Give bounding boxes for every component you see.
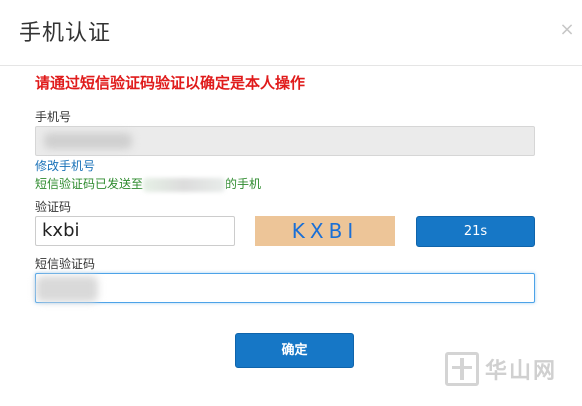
dialog-title: 手机认证 bbox=[19, 21, 112, 46]
sms-sent-prefix: 短信验证码已发送至 bbox=[35, 177, 144, 191]
captcha-image[interactable]: KXBI bbox=[255, 216, 395, 246]
watermark-text: 华山网 bbox=[485, 359, 558, 384]
redacted-phone-mask bbox=[44, 133, 132, 149]
redacted-sms-mask bbox=[36, 276, 98, 302]
redacted-number-mask bbox=[143, 177, 226, 192]
phone-label: 手机号 bbox=[35, 110, 72, 124]
captcha-label: 验证码 bbox=[35, 200, 72, 214]
verification-warning: 请通过短信验证码验证以确定是本人操作 bbox=[35, 74, 306, 92]
change-phone-link[interactable]: 修改手机号 bbox=[35, 158, 95, 174]
sms-sent-suffix: 的手机 bbox=[225, 177, 262, 191]
phone-field bbox=[35, 126, 535, 156]
captcha-input-value: kxbi bbox=[42, 220, 80, 241]
resend-sms-countdown-button[interactable]: 21s bbox=[416, 216, 535, 247]
watermark: 华山网 bbox=[445, 349, 557, 389]
sms-code-input[interactable] bbox=[35, 273, 535, 303]
watermark-logo-icon bbox=[445, 352, 479, 386]
captcha-input[interactable]: kxbi bbox=[35, 216, 235, 246]
dialog-header: 手机认证 × bbox=[0, 0, 582, 66]
close-icon[interactable]: × bbox=[557, 20, 577, 40]
confirm-button[interactable]: 确定 bbox=[235, 333, 354, 368]
sms-code-label: 短信验证码 bbox=[35, 257, 96, 271]
sms-sent-notice: 短信验证码已发送至 的手机 bbox=[35, 176, 261, 192]
phone-auth-dialog: 手机认证 × 请通过短信验证码验证以确定是本人操作 手机号 修改手机号 短信验证… bbox=[0, 0, 582, 406]
